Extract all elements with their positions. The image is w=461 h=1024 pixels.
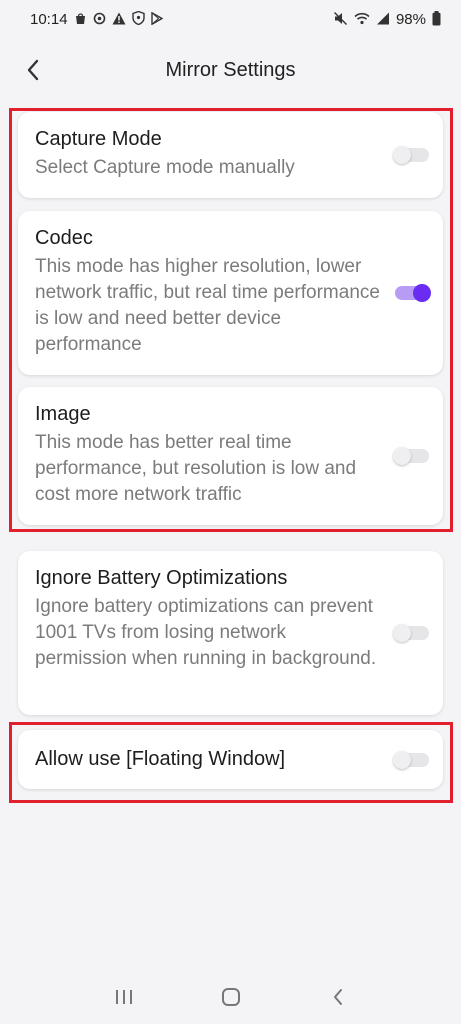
back-nav-icon (333, 989, 342, 1005)
warning-icon (112, 12, 126, 27)
toggle-knob (393, 146, 411, 164)
home-icon (221, 988, 240, 1006)
setting-card-battery-optimizations: Ignore Battery Optimizations Ignore batt… (18, 551, 443, 715)
battery-icon (432, 10, 441, 28)
setting-card-floating-window: Allow use [Floating Window] (18, 730, 443, 789)
play-store-icon (150, 11, 163, 27)
system-nav-bar (0, 970, 461, 1024)
setting-description: This mode has better real time performan… (35, 432, 357, 505)
capture-mode-toggle[interactable] (393, 146, 429, 164)
chevron-left-icon (27, 59, 39, 81)
status-bar-right: 98% (333, 10, 441, 28)
floating-window-toggle[interactable] (393, 750, 429, 769)
setting-description: Select Capture mode manually (35, 157, 295, 178)
shield-icon (131, 10, 145, 27)
app-header: Mirror Settings (0, 45, 461, 95)
status-bar-left: 10:14 (30, 11, 163, 28)
setting-title: Image (35, 403, 91, 425)
page-title: Mirror Settings (165, 58, 296, 81)
toggle-knob (393, 624, 411, 642)
wifi-icon (354, 12, 370, 27)
battery-optimizations-toggle[interactable] (393, 624, 429, 642)
setting-card-capture-mode: Capture Mode Select Capture mode manuall… (18, 112, 443, 198)
setting-title: Capture Mode (35, 128, 162, 150)
status-time: 10:14 (30, 10, 68, 28)
setting-description: This mode has higher resolution, lower n… (35, 256, 380, 355)
sync-icon (93, 12, 106, 27)
toggle-knob (413, 284, 431, 302)
toggle-knob (393, 750, 411, 769)
battery-percent: 98% (395, 10, 426, 28)
home-button[interactable] (211, 977, 251, 1017)
toggle-knob (393, 447, 411, 465)
codec-toggle[interactable] (395, 284, 431, 302)
notification-bag-icon (74, 12, 87, 27)
setting-title: Allow use [Floating Window] (35, 748, 286, 770)
setting-title: Ignore Battery Optimizations (35, 567, 288, 589)
signal-icon (376, 12, 390, 27)
setting-card-codec: Codec This mode has higher resolution, l… (18, 211, 443, 375)
mute-icon (333, 11, 348, 27)
status-bar: 10:14 98% (0, 0, 461, 38)
setting-description: Ignore battery optimizations can prevent… (35, 596, 377, 669)
nav-back-button[interactable] (318, 977, 358, 1017)
setting-title: Codec (35, 227, 93, 249)
image-toggle[interactable] (393, 447, 429, 465)
recent-apps-icon (115, 990, 132, 1004)
recent-apps-button[interactable] (104, 977, 144, 1017)
setting-card-image: Image This mode has better real time per… (18, 387, 443, 525)
back-button[interactable] (18, 53, 48, 87)
